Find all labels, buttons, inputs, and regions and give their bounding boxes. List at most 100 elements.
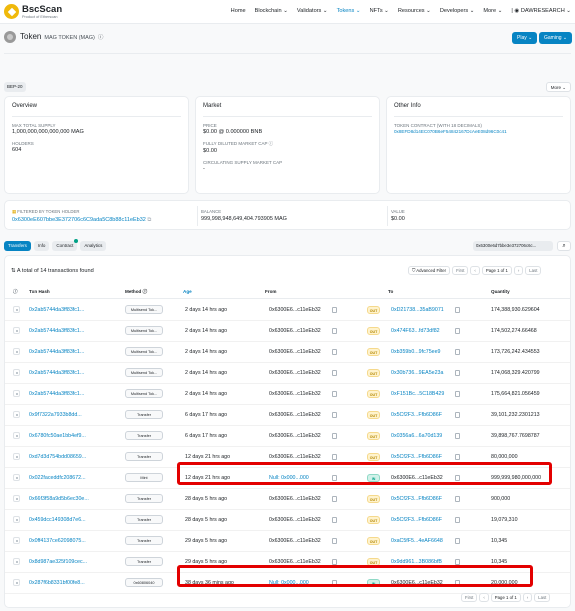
to-address[interactable]: 0x30b736...9EA5e23a [391,370,443,376]
copy-icon[interactable] [455,412,460,418]
eye-icon[interactable] [13,369,20,376]
copy-icon[interactable] [455,496,460,502]
contract-label: TOKEN CONTRACT (WITH 18 DECIMALS) [394,123,482,128]
page-title: Token MAG TOKEN (MAG) ⓘ [20,32,103,41]
gaming-button[interactable]: Gaming ⌄ [539,32,573,44]
search-icon[interactable]: ⌕ [557,241,571,251]
token-label: Token [20,32,42,41]
eye-icon[interactable] [13,495,20,502]
play-button[interactable]: Play ⌄ [512,32,538,44]
txn-hash-link[interactable]: 0x0ff4137ce62098075... [29,538,86,544]
copy-icon[interactable] [455,433,460,439]
eye-icon[interactable] [13,348,20,355]
to-address[interactable]: 0x474F63...fd73df82 [391,328,440,334]
txn-hash-link[interactable]: 0x2ab5744da3ff83fc1... [29,328,84,334]
copy-icon[interactable] [332,538,337,544]
copy-icon[interactable] [332,391,337,397]
tab-transfers[interactable]: Transfers [4,241,31,251]
holder-address-link[interactable]: 0x6300eE607bbe3E372706c6C9ada5C8b88c11eE… [12,217,151,224]
nav-blockchain[interactable]: Blockchain ⌄ [255,8,288,14]
next-page-button[interactable]: › [513,266,524,275]
eye-icon[interactable] [13,558,20,565]
tab-analytics[interactable]: Analytics [80,241,107,251]
to-address[interactable]: 0x5Cf2F3...Ffb6D86F [391,412,442,418]
nav-resources[interactable]: Resources ⌄ [398,8,431,14]
eye-icon[interactable] [13,516,20,523]
txn-hash-link[interactable]: 0xd7d3d754bdd08659... [29,454,86,460]
age-cell: 28 days 5 hrs ago [185,517,228,523]
direction-badge: OUT [367,432,380,440]
copy-icon[interactable] [455,517,460,523]
nav-home[interactable]: Home [231,8,246,14]
to-address[interactable]: 0x0356a6...6a70d139 [391,433,442,439]
nav-validators[interactable]: Validators ⌄ [297,8,328,14]
txn-hash-link[interactable]: 0x2ab5744da3ff83fc1... [29,349,84,355]
copy-icon[interactable] [332,328,337,334]
txn-hash-link[interactable]: 0x66f3f58a9d5b6ec30e... [29,496,89,502]
txn-hash-link[interactable]: 0x022faceddfc208672... [29,475,86,481]
from-address: 0x6300E6...c11eEb32 [269,538,321,544]
to-address[interactable]: 0xF151Bc...5C18B429 [391,391,444,397]
nav-developers[interactable]: Developers ⌄ [440,8,475,14]
last-page-button[interactable]: Last [534,593,551,602]
contract-link[interactable]: 0x8EFD8d14EC070B6eF54842167DcAeE08d96C0c… [394,129,563,134]
copy-icon[interactable] [332,307,337,313]
first-page-button[interactable]: First [452,266,469,275]
filter-separator [387,206,388,226]
eye-icon[interactable] [13,390,20,397]
first-page-button[interactable]: First [461,593,478,602]
last-page-button[interactable]: Last [525,266,542,275]
prev-page-button[interactable]: ‹ [470,266,480,275]
tab-info[interactable]: Info [33,241,50,251]
copy-icon[interactable] [455,454,460,460]
eye-icon[interactable] [13,411,20,418]
nav-more[interactable]: More ⌄ [483,8,502,14]
nav-nfts[interactable]: NFTs ⌄ [370,8,389,14]
eye-icon[interactable] [13,474,20,481]
table-row: 0x66f3f58a9d5b6ec30e... Transfer 28 days 5… [5,489,570,510]
next-page-button[interactable]: › [522,593,533,602]
copy-icon[interactable] [455,349,460,355]
nav-tokens[interactable]: Tokens ⌄ [337,8,361,14]
to-address[interactable]: 0x5Cf2F3...Ffb6D86F [391,454,442,460]
copy-icon[interactable] [332,433,337,439]
copy-icon[interactable] [332,370,337,376]
eye-icon[interactable] [13,579,20,586]
to-address[interactable]: 0xD21738...35aB9071 [391,307,444,313]
copy-icon[interactable] [332,349,337,355]
eye-icon[interactable] [13,306,20,313]
copy-icon[interactable] [455,328,460,334]
advanced-filter-button[interactable]: ⛉ Advanced Filter [408,266,451,275]
address-filter-input[interactable]: 0x6300e6d7bbe3e372706c6c... [473,241,553,251]
to-address[interactable]: 0x5Cf2F3...Ffb6D86F [391,496,442,502]
copy-icon[interactable] [332,454,337,460]
copy-icon[interactable] [332,496,337,502]
txn-hash-link[interactable]: 0x9f7322a7933b8dd... [29,412,82,418]
copy-icon[interactable] [455,370,460,376]
txn-hash-link[interactable]: 0x287f6b8331bf00fe8... [29,580,85,586]
txn-hash-link[interactable]: 0x459dcc149308d7e6... [29,517,86,523]
more-button[interactable]: More ⌄ [545,82,571,92]
col-age[interactable]: Age [183,289,192,294]
to-address[interactable]: 0xb359b0...9fc75ee9 [391,349,440,355]
bscscan-logo[interactable]: BscScan Product of Etherscan [4,4,62,19]
prev-page-button[interactable]: ‹ [479,593,489,602]
txn-hash-link[interactable]: 0x2ab5744da3ff83fc1... [29,307,84,313]
txn-hash-link[interactable]: 0x2ab5744da3ff83fc1... [29,391,84,397]
copy-icon[interactable] [455,538,460,544]
copy-icon[interactable] [455,307,460,313]
copy-icon[interactable] [455,391,460,397]
txn-hash-link[interactable]: 0x2ab5744da3ff83fc1... [29,370,84,376]
to-address[interactable]: 0x5Cf2F3...Ffb6D86F [391,517,442,523]
tab-contract[interactable]: Contract [52,239,79,251]
copy-icon[interactable] [332,412,337,418]
to-address[interactable]: 0xaC5fF5...4eAF6648 [391,538,443,544]
eye-icon[interactable] [13,453,20,460]
txn-hash-link[interactable]: 0x8d987ae325f109cec... [29,559,87,565]
eye-icon[interactable] [13,327,20,334]
eye-icon[interactable] [13,537,20,544]
nav-account[interactable]: | ◉ DAWRESEARCH ⌄ [511,8,571,14]
txn-hash-link[interactable]: 0x6780fc50ae1bb4ef9... [29,433,86,439]
eye-icon[interactable] [13,432,20,439]
copy-icon[interactable] [332,517,337,523]
